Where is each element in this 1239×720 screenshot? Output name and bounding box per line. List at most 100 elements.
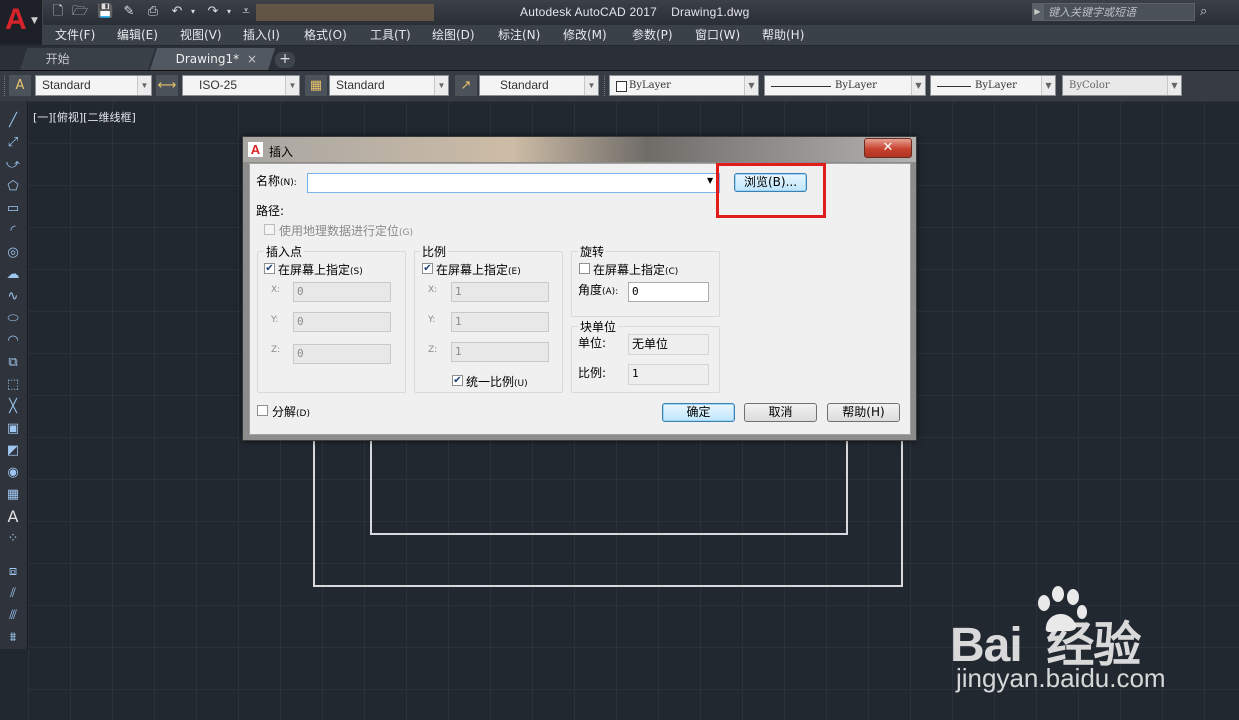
close-tab-icon[interactable]: ×: [247, 52, 257, 66]
modify-array-icon[interactable]: ⩩: [4, 629, 22, 647]
multileader-style-icon[interactable]: ↗: [455, 75, 477, 96]
multileader-style-select[interactable]: Standard ▼: [479, 75, 599, 96]
chevron-down-icon: ▼: [744, 76, 758, 95]
polygon-icon[interactable]: ⬠: [4, 178, 22, 196]
circle-icon[interactable]: ◎: [4, 244, 22, 262]
search-input[interactable]: 键入关键字或短语: [1043, 3, 1195, 21]
chevron-down-icon: ▼: [137, 76, 151, 95]
dialog-close-button[interactable]: ✕: [864, 138, 912, 158]
scale-x-input[interactable]: 1: [451, 282, 549, 302]
scale-y-input[interactable]: 1: [451, 312, 549, 332]
menu-edit[interactable]: 编辑(E): [117, 27, 158, 43]
explode-checkbox[interactable]: [257, 405, 268, 416]
menu-parametric[interactable]: 参数(P): [632, 27, 673, 43]
linetype-select[interactable]: ByLayer ▼: [764, 75, 926, 96]
table-style-select[interactable]: Standard ▼: [329, 75, 449, 96]
geo-location-checkbox[interactable]: [264, 224, 275, 235]
multiline-text-icon[interactable]: A: [4, 508, 22, 526]
redo-icon[interactable]: ↷: [205, 4, 221, 20]
new-file-icon[interactable]: 🗋: [50, 4, 66, 20]
workspace-switcher[interactable]: [256, 4, 434, 21]
group-title: 旋转: [578, 243, 607, 260]
table-icon[interactable]: ▦: [4, 486, 22, 504]
plotstyle-select[interactable]: ByColor ▼: [1062, 75, 1182, 96]
insertion-x-input[interactable]: 0: [293, 282, 391, 302]
toolbar-grip[interactable]: [4, 75, 8, 96]
gradient-icon[interactable]: ◩: [4, 442, 22, 460]
hatch-icon[interactable]: ▣: [4, 420, 22, 438]
print-icon[interactable]: ⎙: [145, 4, 161, 20]
toolbar-grip[interactable]: [604, 75, 608, 96]
lineweight-select[interactable]: ByLayer ▼: [930, 75, 1056, 96]
application-menu-button[interactable]: A ▼: [0, 0, 43, 44]
modify-offset-icon[interactable]: ⫻: [4, 607, 22, 625]
search-icon[interactable]: ⌕: [1200, 4, 1218, 20]
menu-file[interactable]: 文件(F): [55, 27, 95, 43]
new-tab-button[interactable]: +: [275, 52, 295, 68]
menu-window[interactable]: 窗口(W): [695, 27, 740, 43]
chevron-down-icon[interactable]: ▼: [707, 176, 713, 185]
spline-icon[interactable]: ∿: [4, 288, 22, 306]
name-combobox[interactable]: [307, 173, 720, 193]
revision-cloud-icon[interactable]: ☁: [4, 266, 22, 284]
menu-modify[interactable]: 修改(M): [563, 27, 607, 43]
modify-mirror-icon[interactable]: ⫽: [4, 585, 22, 603]
region-icon[interactable]: ◉: [4, 464, 22, 482]
dimension-style-select[interactable]: ISO-25 ▼: [182, 75, 300, 96]
rotation-specify-checkbox[interactable]: [579, 263, 590, 274]
menu-view[interactable]: 视图(V): [180, 27, 222, 43]
undo-dropdown-icon[interactable]: ▾: [185, 4, 201, 20]
insertion-z-input[interactable]: 0: [293, 344, 391, 364]
menu-insert[interactable]: 插入(I): [243, 27, 280, 43]
arc-icon[interactable]: ◜: [4, 222, 22, 240]
insert-block-icon[interactable]: ⧉: [4, 354, 22, 372]
watermark-url: jingyan.baidu.com: [956, 663, 1166, 693]
search-expand-icon[interactable]: ▶: [1032, 3, 1043, 21]
construction-line-icon[interactable]: ⤢: [4, 134, 22, 152]
cancel-button[interactable]: 取消: [744, 403, 817, 422]
add-selected-icon[interactable]: ⁘: [4, 530, 22, 548]
text-style-select[interactable]: Standard ▼: [35, 75, 152, 96]
scale-z-input[interactable]: 1: [451, 342, 549, 362]
undo-icon[interactable]: ↶: [169, 4, 185, 20]
modify-copy-icon[interactable]: ⧈: [4, 563, 22, 581]
y-label: Y:: [271, 315, 279, 325]
open-folder-icon[interactable]: 🗁: [72, 4, 88, 20]
insertion-y-input[interactable]: 0: [293, 312, 391, 332]
polyline-icon[interactable]: ⤻: [4, 156, 22, 174]
viewport-controls[interactable]: [一][俯视][二维线框]: [33, 109, 136, 125]
customize-quick-access-icon[interactable]: ⩡: [238, 4, 254, 20]
dimension-style-icon[interactable]: ⟷: [156, 75, 178, 96]
linetype-sample: [771, 86, 831, 87]
rectangle-icon[interactable]: ▭: [4, 200, 22, 218]
ok-button[interactable]: 确定: [662, 403, 735, 422]
uniform-scale-label: 统一比例(U): [466, 375, 528, 389]
help-button[interactable]: 帮助(H): [827, 403, 900, 422]
redo-dropdown-icon[interactable]: ▾: [221, 4, 237, 20]
tab-start[interactable]: 开始: [20, 48, 156, 70]
text-style-icon[interactable]: A: [9, 75, 31, 96]
scale-specify-checkbox[interactable]: ✔: [422, 263, 433, 274]
ellipse-arc-icon[interactable]: ◠: [4, 332, 22, 350]
path-label: 路径:: [256, 204, 285, 218]
line-tool-icon[interactable]: ╱: [4, 112, 22, 130]
make-block-icon[interactable]: ⬚: [4, 376, 22, 394]
menu-dimension[interactable]: 标注(N): [498, 27, 540, 43]
menu-format[interactable]: 格式(O): [304, 27, 347, 43]
uniform-scale-checkbox[interactable]: ✔: [452, 375, 463, 386]
menu-help[interactable]: 帮助(H): [762, 27, 804, 43]
menu-tools[interactable]: 工具(T): [370, 27, 411, 43]
save-as-icon[interactable]: ✎: [121, 4, 137, 20]
point-icon[interactable]: ╳: [4, 398, 22, 416]
table-style-icon[interactable]: ▦: [305, 75, 327, 96]
name-label: 名称(N):: [256, 174, 297, 188]
menu-draw[interactable]: 绘图(D): [432, 27, 475, 43]
chevron-down-icon: ▼: [434, 76, 448, 95]
color-select[interactable]: ByLayer ▼: [609, 75, 759, 96]
ellipse-icon[interactable]: ⬭: [4, 310, 22, 328]
insertion-specify-checkbox[interactable]: ✔: [264, 263, 275, 274]
save-icon[interactable]: 💾: [97, 4, 113, 20]
group-title: 比例: [420, 243, 449, 260]
angle-input[interactable]: 0: [628, 282, 709, 302]
dialog-title-bar[interactable]: [243, 137, 916, 162]
